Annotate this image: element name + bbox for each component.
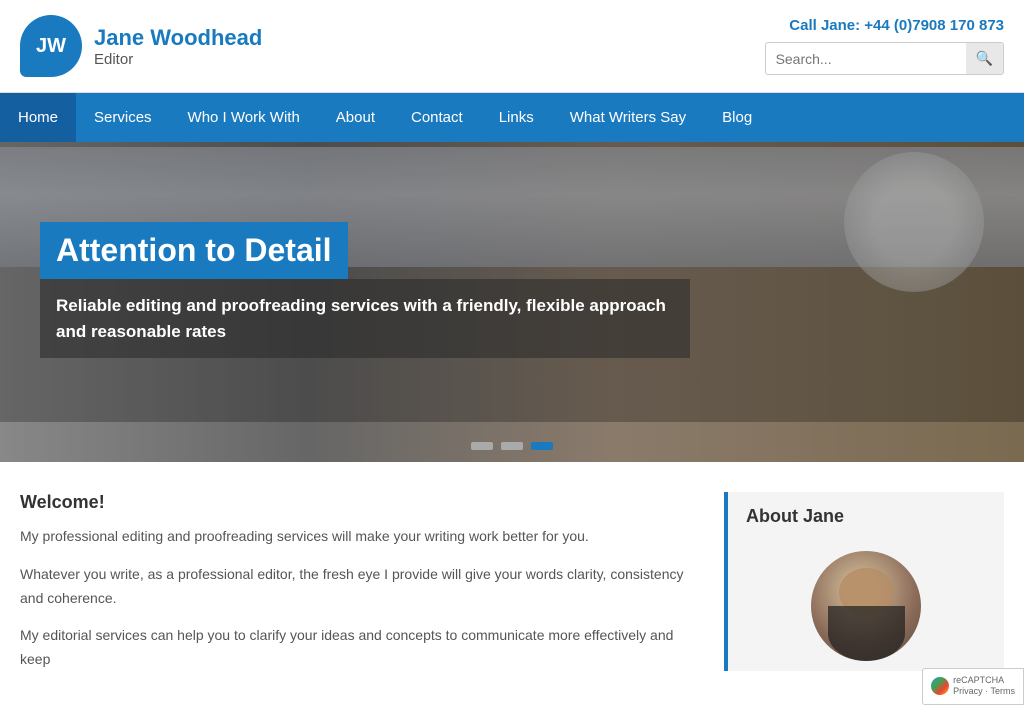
intro-paragraph-3: My editorial services can help you to cl… xyxy=(20,624,684,672)
nav-link-links[interactable]: Links xyxy=(481,93,552,142)
slider-dot-1[interactable] xyxy=(471,442,493,450)
search-box: 🔍 xyxy=(765,42,1004,75)
slider-dot-2[interactable] xyxy=(501,442,523,450)
logo-icon: JW xyxy=(20,15,82,77)
main-content: Welcome! My professional editing and pro… xyxy=(0,462,1024,706)
main-left: Welcome! My professional editing and pro… xyxy=(20,492,724,686)
about-jane-header: About Jane xyxy=(728,492,1004,541)
nav-item-blog[interactable]: Blog xyxy=(704,93,770,142)
recaptcha-logo-icon xyxy=(931,677,949,695)
recaptcha-badge: reCAPTCHAPrivacy · Terms xyxy=(922,668,1024,705)
nav-link-contact[interactable]: Contact xyxy=(393,93,481,142)
main-right: About Jane xyxy=(724,492,1004,686)
slider-dots xyxy=(471,442,553,450)
site-tagline: Editor xyxy=(94,51,262,68)
nav-link-what-writers-say[interactable]: What Writers Say xyxy=(552,93,704,142)
jane-avatar xyxy=(811,551,921,661)
search-input[interactable] xyxy=(766,45,966,73)
nav-item-who-i-work-with[interactable]: Who I Work With xyxy=(170,93,318,142)
logo-area: JW Jane Woodhead Editor xyxy=(20,15,262,77)
site-header: JW Jane Woodhead Editor Call Jane: +44 (… xyxy=(0,0,1024,93)
header-right: Call Jane: +44 (0)7908 170 873 🔍 xyxy=(765,17,1004,75)
nav-item-home[interactable]: Home xyxy=(0,93,76,142)
search-button[interactable]: 🔍 xyxy=(966,43,1003,74)
nav-item-about[interactable]: About xyxy=(318,93,393,142)
hero-subtitle: Reliable editing and proofreading servic… xyxy=(56,293,674,344)
welcome-title: Welcome! xyxy=(20,492,684,513)
recaptcha-text: reCAPTCHAPrivacy · Terms xyxy=(953,675,1015,698)
about-jane-box: About Jane xyxy=(724,492,1004,671)
nav-item-services[interactable]: Services xyxy=(76,93,170,142)
hero-title: Attention to Detail xyxy=(40,222,348,279)
hero-section: Attention to Detail Reliable editing and… xyxy=(0,142,1024,462)
phone-number: Call Jane: +44 (0)7908 170 873 xyxy=(765,17,1004,34)
nav-item-contact[interactable]: Contact xyxy=(393,93,481,142)
logo-text: Jane Woodhead Editor xyxy=(94,25,262,68)
nav-list: Home Services Who I Work With About Cont… xyxy=(0,93,1024,142)
nav-link-services[interactable]: Services xyxy=(76,93,170,142)
nav-link-blog[interactable]: Blog xyxy=(704,93,770,142)
nav-link-home[interactable]: Home xyxy=(0,93,76,142)
main-nav: Home Services Who I Work With About Cont… xyxy=(0,93,1024,142)
hero-subtitle-box: Reliable editing and proofreading servic… xyxy=(40,279,690,358)
about-jane-image-area xyxy=(728,551,1004,671)
site-name: Jane Woodhead xyxy=(94,25,262,51)
nav-link-who-i-work-with[interactable]: Who I Work With xyxy=(170,93,318,142)
about-jane-title: About Jane xyxy=(746,506,844,527)
nav-link-about[interactable]: About xyxy=(318,93,393,142)
hero-content: Attention to Detail Reliable editing and… xyxy=(40,222,690,358)
intro-paragraph-1: My professional editing and proofreading… xyxy=(20,525,684,549)
intro-paragraph-2: Whatever you write, as a professional ed… xyxy=(20,563,684,611)
nav-item-links[interactable]: Links xyxy=(481,93,552,142)
slider-dot-3[interactable] xyxy=(531,442,553,450)
nav-item-what-writers-say[interactable]: What Writers Say xyxy=(552,93,704,142)
